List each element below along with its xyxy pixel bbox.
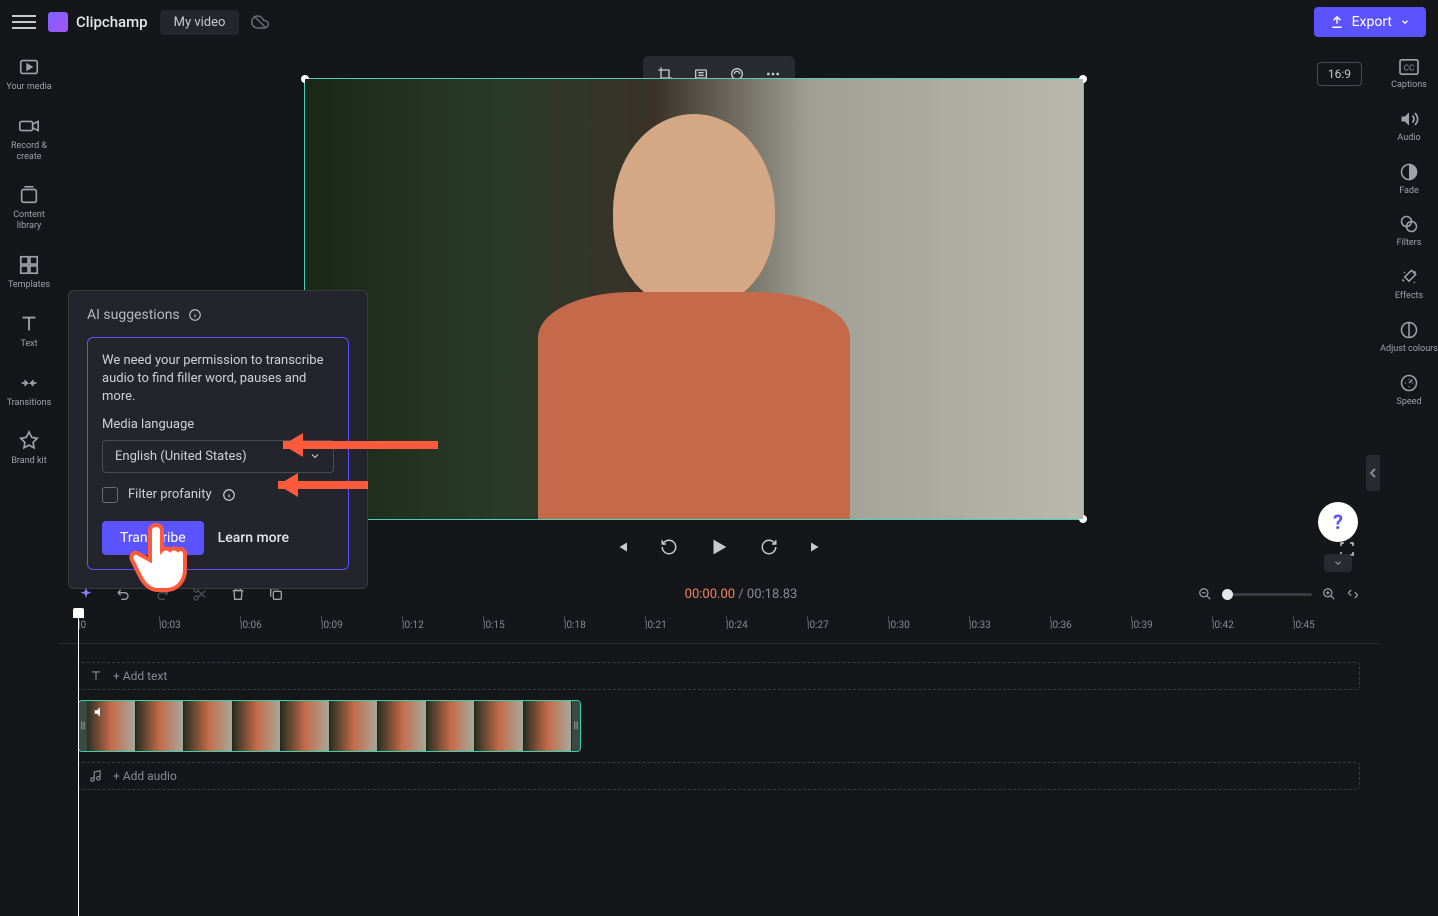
export-label: Export [1352, 14, 1392, 30]
sidebar-item-record-create[interactable]: Record & create [0, 113, 58, 165]
sidebar-item-brand-kit[interactable]: Brand kit [0, 428, 58, 469]
top-bar: Clipchamp My video Export [0, 0, 1438, 44]
video-content [305, 79, 1083, 519]
media-language-select[interactable]: English (United States) [102, 440, 334, 473]
filter-profanity-row[interactable]: Filter profanity [102, 487, 334, 503]
media-language-label: Media language [102, 417, 334, 432]
right-item-captions[interactable]: CC Captions [1391, 58, 1427, 91]
info-icon[interactable] [222, 488, 236, 502]
video-clip[interactable]: || || [78, 700, 581, 752]
aspect-ratio-badge[interactable]: 16:9 [1317, 62, 1362, 86]
help-collapse[interactable] [1324, 554, 1352, 572]
brand: Clipchamp [48, 12, 148, 32]
audio-track[interactable]: + Add audio [78, 762, 1360, 790]
tracks-container: + Add text || || + Add audio [58, 662, 1380, 790]
transcribe-button[interactable]: Transcribe [102, 521, 204, 555]
learn-more-link[interactable]: Learn more [218, 530, 289, 546]
help-button[interactable]: ? [1318, 502, 1358, 542]
zoom-slider[interactable] [1222, 593, 1312, 596]
fit-timeline-button[interactable] [1346, 587, 1360, 601]
sync-off-icon[interactable] [251, 13, 269, 31]
right-item-filters[interactable]: Filters [1397, 214, 1422, 249]
text-track[interactable]: + Add text [78, 662, 1360, 690]
forward-button[interactable] [754, 532, 784, 562]
right-sidebar: CC Captions Audio Fade Filters Effects A… [1380, 44, 1438, 902]
right-item-fade[interactable]: Fade [1399, 162, 1419, 197]
right-item-effects[interactable]: Effects [1395, 267, 1423, 302]
left-sidebar: Your media Record & create Content libra… [0, 44, 58, 902]
timeline-section: 00:00.00 / 00:18.83 |0|0:03|0:06|0:09|0:… [58, 578, 1380, 902]
clip-audio-icon [93, 705, 107, 719]
skip-back-button[interactable] [606, 532, 636, 562]
right-item-speed[interactable]: Speed [1396, 373, 1421, 408]
info-icon[interactable] [188, 308, 202, 322]
zoom-out-button[interactable] [1198, 587, 1212, 601]
panel-description: We need your permission to transcribe au… [102, 352, 334, 407]
sidebar-item-content-library[interactable]: Content library [0, 182, 58, 234]
sidebar-item-transitions[interactable]: Transitions [0, 370, 58, 411]
clip-handle-left[interactable]: || [79, 701, 87, 751]
brand-name: Clipchamp [76, 13, 148, 31]
timeline-ruler[interactable]: |0|0:03|0:06|0:09|0:12|0:15|0:18|0:21|0:… [58, 616, 1380, 644]
time-display: 00:00.00 / 00:18.83 [306, 587, 1176, 602]
filter-profanity-checkbox[interactable] [102, 487, 118, 503]
chevron-down-icon [309, 450, 321, 462]
project-name[interactable]: My video [160, 10, 240, 35]
zoom-in-button[interactable] [1322, 587, 1336, 601]
playhead[interactable] [78, 616, 79, 916]
panel-title: AI suggestions [87, 307, 349, 323]
rewind-button[interactable] [654, 532, 684, 562]
sidebar-item-text[interactable]: Text [0, 311, 58, 352]
skip-forward-button[interactable] [802, 532, 832, 562]
svg-text:CC: CC [1404, 63, 1415, 73]
clip-handle-right[interactable]: || [572, 701, 580, 751]
sidebar-item-templates[interactable]: Templates [0, 252, 58, 293]
video-preview[interactable] [304, 78, 1084, 520]
ai-suggestions-panel: AI suggestions We need your permission t… [68, 290, 368, 589]
export-button[interactable]: Export [1314, 7, 1426, 37]
right-item-adjust-colours[interactable]: Adjust colours [1380, 320, 1438, 355]
brand-logo [48, 12, 68, 32]
sidebar-item-your-media[interactable]: Your media [0, 54, 58, 95]
play-button[interactable] [702, 530, 736, 564]
right-item-audio[interactable]: Audio [1397, 109, 1420, 144]
menu-button[interactable] [12, 10, 36, 34]
playback-controls [606, 530, 832, 564]
